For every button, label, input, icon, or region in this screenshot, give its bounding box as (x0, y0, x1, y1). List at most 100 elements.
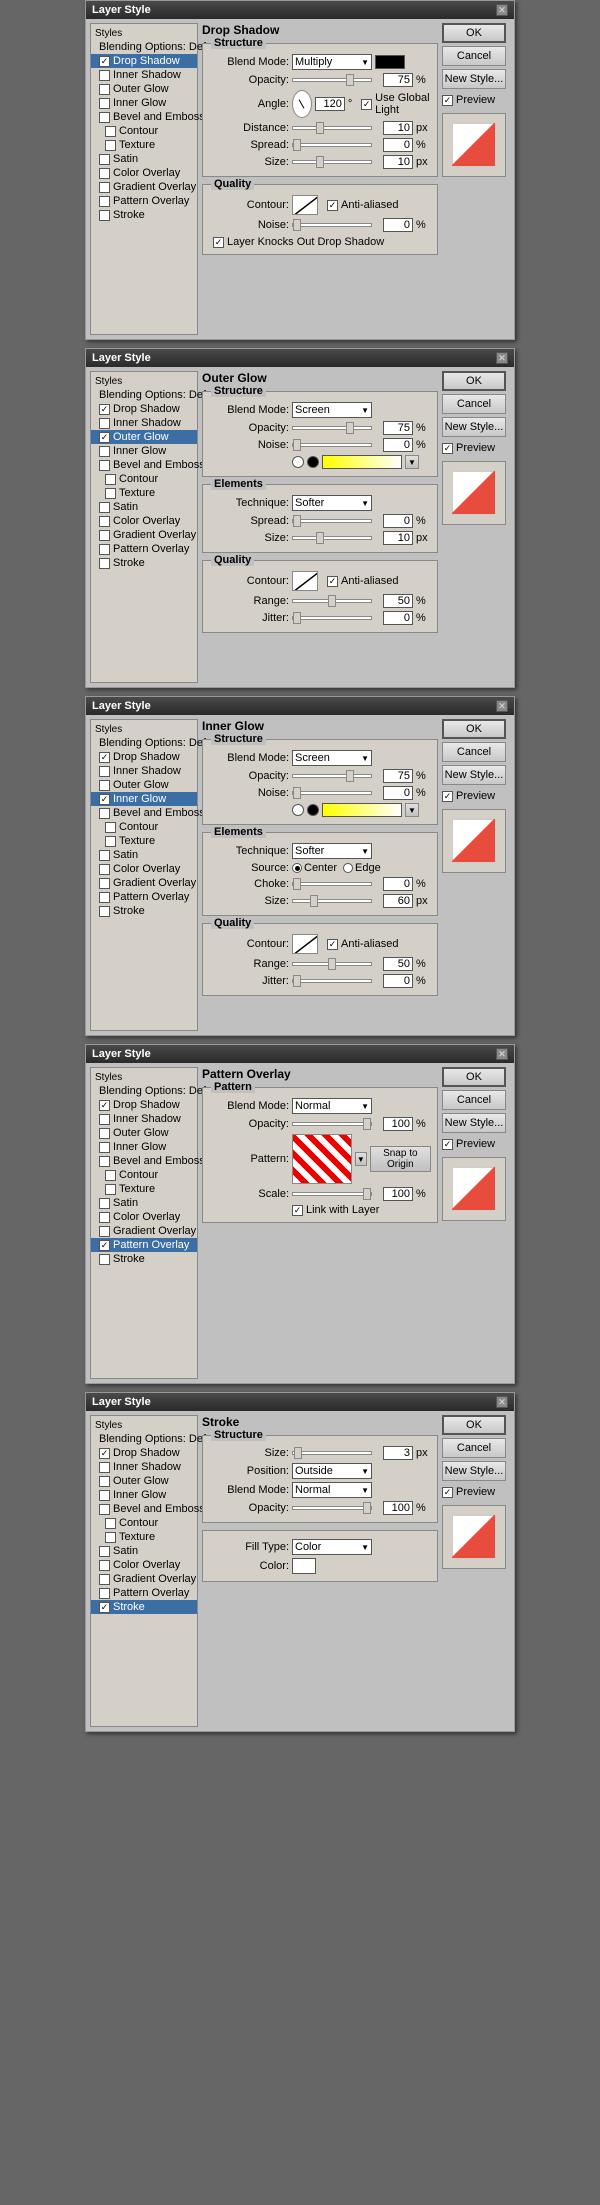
sidebar-inner-shadow-2[interactable]: Inner Shadow (91, 416, 197, 430)
sidebar-item-drop-shadow-1[interactable]: Drop Shadow (91, 54, 197, 68)
check-sa-2[interactable] (99, 502, 110, 513)
ck-sat-3[interactable] (99, 850, 110, 861)
spread-value-1[interactable] (383, 138, 413, 152)
check-ds-2[interactable] (99, 404, 110, 415)
anti-aliased-check-1[interactable] (327, 200, 338, 211)
close-button-5[interactable]: ✕ (496, 1396, 508, 1408)
sb-go-3[interactable]: Gradient Overlay (91, 876, 197, 890)
link-layer-check-4[interactable] (292, 1205, 303, 1216)
jitter-sl-3[interactable] (292, 979, 372, 983)
preview-check-4[interactable] (442, 1139, 453, 1150)
check-contour-1[interactable] (105, 126, 116, 137)
sidebar-item-satin-1[interactable]: Satin (91, 152, 197, 166)
cancel-button-5[interactable]: Cancel (442, 1438, 506, 1458)
contour-preview-2[interactable] (292, 571, 318, 591)
ck-be-5[interactable] (99, 1504, 110, 1515)
sb-ds-3[interactable]: Drop Shadow (91, 750, 197, 764)
check-ig-2[interactable] (99, 446, 110, 457)
sb-is-5[interactable]: Inner Shadow (91, 1460, 197, 1474)
op-slider-2[interactable] (292, 426, 372, 430)
sidebar-item-contour-1[interactable]: Contour (91, 124, 197, 138)
ck-ds-5[interactable] (99, 1448, 110, 1459)
check-drop-shadow-1[interactable] (99, 56, 110, 67)
op-v-3[interactable] (383, 769, 413, 783)
ck-str-4[interactable] (99, 1254, 110, 1265)
ck-po-4[interactable] (99, 1240, 110, 1251)
sidebar-drop-shadow-2[interactable]: Drop Shadow (91, 402, 197, 416)
noise-slider-2[interactable] (292, 443, 372, 447)
jitter-value-2[interactable] (383, 611, 413, 625)
ck-sat-5[interactable] (99, 1546, 110, 1557)
sb-go-4[interactable]: Gradient Overlay (91, 1224, 197, 1238)
sidebar-item-gradient-overlay-1[interactable]: Gradient Overlay (91, 180, 197, 194)
ck-ct-3[interactable] (105, 822, 116, 833)
bm-dd-3[interactable]: Screen▼ (292, 750, 372, 766)
ck-sat-4[interactable] (99, 1198, 110, 1209)
ck-po-5[interactable] (99, 1588, 110, 1599)
ck-be-3[interactable] (99, 808, 110, 819)
sb-tx-3[interactable]: Texture (91, 834, 197, 848)
sb-blending-5[interactable]: Blending Options: Default (91, 1432, 197, 1446)
sidebar-inner-glow-2[interactable]: Inner Glow (91, 444, 197, 458)
knocks-out-check-1[interactable] (213, 237, 224, 248)
sb-og-3[interactable]: Outer Glow (91, 778, 197, 792)
check-pattern-overlay-1[interactable] (99, 196, 110, 207)
sb-sat-5[interactable]: Satin (91, 1544, 197, 1558)
size-slider-1[interactable] (292, 160, 372, 164)
sb-ig-3[interactable]: Inner Glow (91, 792, 197, 806)
sb-ct-3[interactable]: Contour (91, 820, 197, 834)
stroke-color-swatch-5[interactable] (292, 1558, 316, 1574)
use-global-light-check-1[interactable] (361, 99, 372, 110)
sb-be-3[interactable]: Bevel and Emboss (91, 806, 197, 820)
distance-slider-1[interactable] (292, 126, 372, 130)
sb-co-4[interactable]: Color Overlay (91, 1210, 197, 1224)
sb-sat-3[interactable]: Satin (91, 848, 197, 862)
glow-color-circle-1-2[interactable] (292, 456, 304, 468)
ck-co-3[interactable] (99, 864, 110, 875)
preview-check-3[interactable] (442, 791, 453, 802)
noise-sl-3[interactable] (292, 791, 372, 795)
gc-grad-3[interactable] (322, 803, 402, 817)
ck-is-5[interactable] (99, 1462, 110, 1473)
angle-value-1[interactable] (315, 97, 345, 111)
source-center-radio-3[interactable] (292, 863, 302, 873)
sb-ig-4[interactable]: Inner Glow (91, 1140, 197, 1154)
sb-og-4[interactable]: Outer Glow (91, 1126, 197, 1140)
sb-blending-4[interactable]: Blending Options: Default (91, 1084, 197, 1098)
sb-is-4[interactable]: Inner Shadow (91, 1112, 197, 1126)
new-style-button-5[interactable]: New Style... (442, 1461, 506, 1481)
sb-ct-5[interactable]: Contour (91, 1516, 197, 1530)
check-satin-1[interactable] (99, 154, 110, 165)
ck-tx-4[interactable] (105, 1184, 116, 1195)
gc-circle-1-3[interactable] (292, 804, 304, 816)
sb-ig-5[interactable]: Inner Glow (91, 1488, 197, 1502)
jitter-slider-2[interactable] (292, 616, 372, 620)
sidebar-item-stroke-1[interactable]: Stroke (91, 208, 197, 222)
sb-sat-4[interactable]: Satin (91, 1196, 197, 1210)
sb-po-3[interactable]: Pattern Overlay (91, 890, 197, 904)
sb-ds-4[interactable]: Drop Shadow (91, 1098, 197, 1112)
choke-v-3[interactable] (383, 877, 413, 891)
check-color-overlay-1[interactable] (99, 168, 110, 179)
check-inner-shadow-1[interactable] (99, 70, 110, 81)
scale-sl-4[interactable] (292, 1192, 372, 1196)
tech-dd-3[interactable]: Softer▼ (292, 843, 372, 859)
check-c-2[interactable] (105, 474, 116, 485)
sb-ds-5[interactable]: Drop Shadow (91, 1446, 197, 1460)
preview-check-5[interactable] (442, 1487, 453, 1498)
sidebar-item-pattern-overlay-1[interactable]: Pattern Overlay (91, 194, 197, 208)
new-style-button-1[interactable]: New Style... (442, 69, 506, 89)
ck-tx-5[interactable] (105, 1532, 116, 1543)
range-value-2[interactable] (383, 594, 413, 608)
sb-tx-5[interactable]: Texture (91, 1530, 197, 1544)
close-button-1[interactable]: ✕ (496, 4, 508, 16)
glow-pattern-btn-2[interactable]: ▼ (405, 455, 419, 469)
sidebar-item-color-overlay-1[interactable]: Color Overlay (91, 166, 197, 180)
glow-color-circle-2-2[interactable] (307, 456, 319, 468)
source-center-3[interactable]: Center (292, 862, 337, 874)
sidebar-outer-glow-2[interactable]: Outer Glow (91, 430, 197, 444)
sb-po-5[interactable]: Pattern Overlay (91, 1586, 197, 1600)
ck-ct-4[interactable] (105, 1170, 116, 1181)
range-slider-2[interactable] (292, 599, 372, 603)
sb-co-3[interactable]: Color Overlay (91, 862, 197, 876)
